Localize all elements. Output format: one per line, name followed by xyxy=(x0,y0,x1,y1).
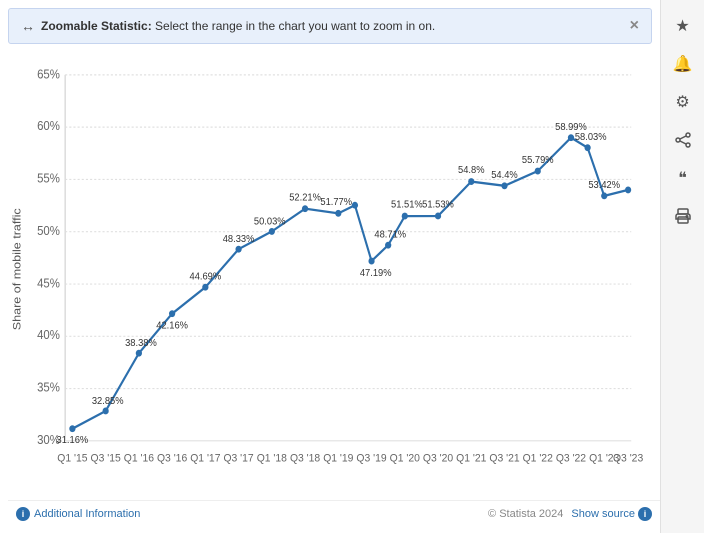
svg-text:Q3 '19: Q3 '19 xyxy=(356,452,386,465)
additional-info-label: Additional Information xyxy=(34,508,140,520)
x-axis: Q1 '15 Q3 '15 Q1 '16 Q3 '16 Q1 '17 Q3 '1… xyxy=(57,452,643,465)
svg-text:58.03%: 58.03% xyxy=(575,132,607,144)
svg-text:51.77%: 51.77% xyxy=(320,197,352,209)
chart-area: 65% 60% 55% 50% 45% 40% 35% 30% Share of… xyxy=(8,52,652,498)
svg-text:44.69%: 44.69% xyxy=(190,271,222,283)
svg-text:51.53%: 51.53% xyxy=(422,199,454,211)
svg-text:60%: 60% xyxy=(37,118,60,133)
zoom-text: Zoomable Statistic: Select the range in … xyxy=(41,19,435,33)
svg-text:Q3 '17: Q3 '17 xyxy=(223,452,253,465)
svg-text:45%: 45% xyxy=(37,276,60,291)
svg-text:40%: 40% xyxy=(37,328,60,343)
svg-text:Q1 '18: Q1 '18 xyxy=(257,452,287,465)
svg-text:54.4%: 54.4% xyxy=(491,169,518,181)
y-axis: 65% 60% 55% 50% 45% 40% 35% 30% xyxy=(37,67,631,448)
svg-text:Q1 '16: Q1 '16 xyxy=(124,452,154,465)
svg-text:Q1 '22: Q1 '22 xyxy=(523,452,553,465)
zoom-banner-left: ↔ Zoomable Statistic: Select the range i… xyxy=(21,18,435,34)
quote-button[interactable]: ❝ xyxy=(665,160,701,196)
footer-right: © Statista 2024 Show source i xyxy=(488,507,652,521)
svg-text:32.85%: 32.85% xyxy=(92,396,124,408)
svg-text:Q1 '20: Q1 '20 xyxy=(390,452,420,465)
sidebar: ★ 🔔 ⚙ ❝ xyxy=(660,0,704,533)
svg-text:Q3 '16: Q3 '16 xyxy=(157,452,187,465)
svg-text:54.8%: 54.8% xyxy=(458,165,485,177)
svg-text:Q1 '21: Q1 '21 xyxy=(456,452,486,465)
svg-text:55%: 55% xyxy=(37,171,60,186)
show-source-info-icon: i xyxy=(638,507,652,521)
svg-text:Q3 '18: Q3 '18 xyxy=(290,452,320,465)
svg-text:Q1 '15: Q1 '15 xyxy=(57,452,87,465)
svg-text:35%: 35% xyxy=(37,380,60,395)
svg-text:53.42%: 53.42% xyxy=(588,180,620,192)
zoom-icon: ↔ xyxy=(21,18,35,34)
footer: i Additional Information © Statista 2024… xyxy=(8,500,660,525)
svg-text:52.21%: 52.21% xyxy=(289,192,321,204)
svg-text:38.38%: 38.38% xyxy=(125,338,157,350)
zoom-banner: ↔ Zoomable Statistic: Select the range i… xyxy=(8,8,652,44)
page-container: ↔ Zoomable Statistic: Select the range i… xyxy=(0,0,704,533)
show-source-link[interactable]: Show source i xyxy=(571,507,652,521)
svg-text:50.03%: 50.03% xyxy=(254,216,286,228)
svg-text:48.33%: 48.33% xyxy=(223,233,255,245)
print-button[interactable] xyxy=(665,198,701,234)
svg-text:47.19%: 47.19% xyxy=(360,268,392,280)
y-axis-label: Share of mobile traffic xyxy=(10,208,23,330)
svg-text:55.79%: 55.79% xyxy=(522,155,554,167)
svg-text:Q3 '21: Q3 '21 xyxy=(489,452,519,465)
zoom-bold: Zoomable Statistic: xyxy=(41,19,152,33)
svg-text:51.51%: 51.51% xyxy=(391,199,423,211)
svg-text:Q3 '15: Q3 '15 xyxy=(91,452,121,465)
additional-info-link[interactable]: i Additional Information xyxy=(16,507,140,521)
svg-text:Q1 '17: Q1 '17 xyxy=(190,452,220,465)
svg-text:31.16%: 31.16% xyxy=(57,435,89,447)
chart-svg[interactable]: 65% 60% 55% 50% 45% 40% 35% 30% Share of… xyxy=(8,52,652,498)
svg-text:50%: 50% xyxy=(37,223,60,238)
svg-text:65%: 65% xyxy=(37,67,60,82)
svg-text:Q1 '19: Q1 '19 xyxy=(323,452,353,465)
svg-text:Q3 '22: Q3 '22 xyxy=(556,452,586,465)
svg-text:Q3 '23: Q3 '23 xyxy=(613,452,643,465)
statista-copyright: © Statista 2024 xyxy=(488,508,563,520)
svg-text:Q3 '20: Q3 '20 xyxy=(423,452,453,465)
favorite-button[interactable]: ★ xyxy=(665,8,701,44)
settings-button[interactable]: ⚙ xyxy=(665,84,701,120)
zoom-desc: Select the range in the chart you want t… xyxy=(155,19,435,33)
svg-text:48.71%: 48.71% xyxy=(374,229,406,241)
zoom-close-button[interactable]: × xyxy=(630,17,639,35)
show-source-label: Show source xyxy=(571,508,635,520)
share-button[interactable] xyxy=(665,122,701,158)
chart-line xyxy=(72,138,628,429)
info-icon: i xyxy=(16,507,30,521)
notification-button[interactable]: 🔔 xyxy=(665,46,701,82)
svg-text:42.16%: 42.16% xyxy=(156,320,188,332)
main-content: ↔ Zoomable Statistic: Select the range i… xyxy=(0,0,660,533)
